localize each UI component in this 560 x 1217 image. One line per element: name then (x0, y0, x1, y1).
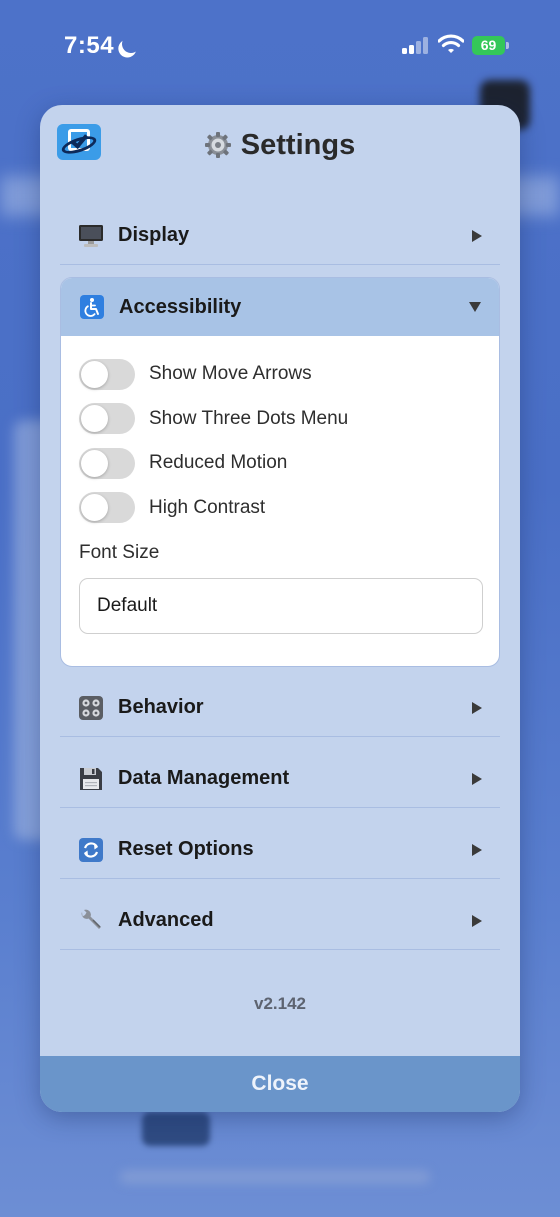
section-advanced: Advanced (60, 892, 500, 950)
section-reset-options: Reset Options (60, 821, 500, 879)
accessibility-panel: Show Move Arrows Show Three Dots Menu Re… (61, 336, 499, 634)
settings-modal: Settings Display Accessibility Show Move… (40, 105, 520, 1112)
control-knobs-icon (78, 695, 104, 721)
moon-icon (119, 32, 142, 55)
section-advanced-label: Advanced (118, 909, 214, 931)
section-data-management: Data Management (60, 750, 500, 808)
battery-level: 69 (472, 36, 505, 55)
floppy-disk-icon (78, 766, 104, 792)
signal-icon (402, 36, 430, 54)
section-accessibility-label: Accessibility (119, 295, 242, 318)
font-size-value: Default (97, 595, 158, 616)
section-behavior-header[interactable]: Behavior (60, 679, 500, 737)
status-time: 7:54 (64, 32, 115, 59)
section-behavior: Behavior (60, 679, 500, 737)
refresh-icon (78, 837, 104, 863)
toggle-high-contrast[interactable] (79, 492, 135, 524)
wifi-icon (437, 34, 465, 54)
toggle-show-move-arrows[interactable] (79, 358, 135, 390)
wrench-icon (78, 908, 104, 934)
toggle-show-three-dots-menu[interactable] (79, 403, 135, 435)
expand-arrow-icon (472, 772, 482, 785)
expand-arrow-icon (472, 701, 482, 714)
toggle-label: High Contrast (149, 496, 266, 518)
toggle-reduced-motion[interactable] (79, 447, 135, 479)
toggle-label: Show Move Arrows (149, 363, 312, 385)
toggle-label: Show Three Dots Menu (149, 407, 349, 429)
background-blur-pill (142, 1112, 210, 1146)
gear-icon (204, 132, 231, 158)
section-behavior-label: Behavior (118, 696, 204, 718)
toggle-row-show-move-arrows: Show Move Arrows (79, 352, 481, 397)
toggle-label: Reduced Motion (149, 452, 288, 474)
background-blur-footer (120, 1170, 430, 1184)
expand-arrow-icon (472, 229, 482, 242)
expand-arrow-icon (472, 914, 482, 927)
font-size-select[interactable]: Default (79, 578, 483, 634)
collapse-arrow-icon (469, 302, 481, 312)
expand-arrow-icon (472, 843, 482, 856)
close-button-label: Close (251, 1072, 309, 1095)
modal-title: Settings (240, 129, 356, 161)
version-label: v2.142 (254, 994, 306, 1013)
modal-header: Settings (40, 105, 520, 189)
battery-icon: 69 (472, 36, 510, 55)
toggle-row-reduced-motion: Reduced Motion (79, 441, 481, 486)
toggle-row-high-contrast: High Contrast (79, 486, 481, 531)
section-reset-options-label: Reset Options (118, 838, 254, 860)
monitor-icon (78, 223, 104, 249)
section-data-management-header[interactable]: Data Management (60, 750, 500, 808)
section-accessibility: Accessibility Show Move Arrows Show Thre… (60, 277, 500, 667)
status-bar: 7:54 69 (0, 0, 560, 92)
close-button[interactable]: Close (40, 1056, 520, 1112)
font-size-label: Font Size (79, 542, 160, 563)
section-display: Display (60, 207, 500, 265)
section-advanced-header[interactable]: Advanced (60, 892, 500, 950)
wheelchair-icon (79, 294, 105, 320)
section-data-management-label: Data Management (118, 767, 290, 789)
toggle-row-show-three-dots-menu: Show Three Dots Menu (79, 397, 481, 442)
section-accessibility-header[interactable]: Accessibility (61, 278, 499, 336)
section-display-label: Display (118, 224, 190, 246)
section-reset-options-header[interactable]: Reset Options (60, 821, 500, 879)
section-display-header[interactable]: Display (60, 207, 500, 265)
